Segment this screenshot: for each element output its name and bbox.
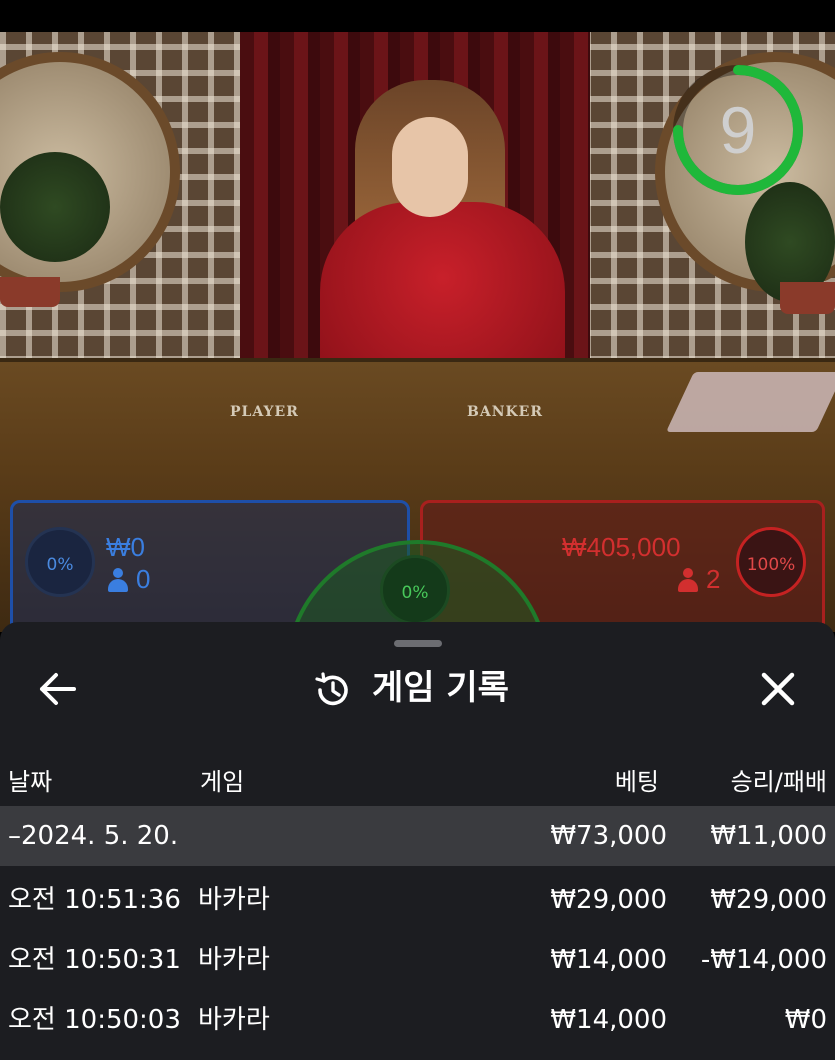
sheet-drag-handle[interactable] [394, 640, 442, 647]
row-result: ₩0 [784, 1005, 827, 1035]
tie-percent: 0% [380, 555, 450, 625]
date-group-bet: ₩73,000 [550, 821, 667, 851]
row-bet: ₩14,000 [550, 945, 667, 975]
row-result: -₩14,000 [700, 945, 827, 975]
history-icon [312, 670, 352, 710]
player-count: 0 [108, 564, 150, 595]
banker-amount: ₩405,000 [562, 532, 681, 562]
row-time: 오전 10:50:03 [8, 1005, 181, 1035]
date-group-result: ₩11,000 [710, 821, 827, 851]
game-history-sheet: 게임 기록 날짜 게임 베팅 승리/패배 –2024. 5. 20. ₩73,0… [0, 622, 835, 1060]
table-header: 날짜 게임 베팅 승리/패배 [0, 756, 835, 806]
table-row[interactable]: 오전 10:50:31 바카라 ₩14,000 -₩14,000 [0, 930, 835, 990]
banker-percent: 100% [736, 527, 806, 597]
dealer-face [392, 117, 468, 217]
row-time: 오전 10:50:31 [8, 945, 181, 975]
pot-right [780, 282, 835, 314]
column-header-result: 승리/패배 [730, 768, 827, 796]
table-label-player: PLAYER [230, 404, 299, 420]
column-header-bet: 베팅 [614, 768, 659, 796]
arrow-left-icon [40, 673, 76, 705]
row-game: 바카라 [198, 1005, 270, 1035]
person-icon [678, 567, 698, 592]
table-label-banker: BANKER [467, 404, 543, 420]
player-count-value: 0 [136, 564, 151, 594]
date-group-row[interactable]: –2024. 5. 20. ₩73,000 ₩11,000 [0, 806, 835, 866]
row-result: ₩29,000 [710, 885, 827, 915]
status-bar [0, 0, 835, 32]
back-button[interactable] [30, 664, 86, 714]
close-button[interactable] [750, 664, 806, 714]
close-icon [761, 672, 795, 706]
banker-count: 2 [678, 564, 720, 595]
bonsai-left [0, 152, 110, 262]
countdown-timer: 9 [670, 62, 806, 198]
pot-left [0, 277, 60, 307]
table-row[interactable]: 오전 10:50:03 바카라 ₩14,000 ₩0 [0, 990, 835, 1050]
column-header-game: 게임 [200, 768, 245, 796]
timer-value: 9 [719, 93, 757, 167]
player-amount: ₩0 [106, 532, 145, 562]
table-row[interactable]: 오전 10:51:36 바카라 ₩29,000 ₩29,000 [0, 870, 835, 930]
row-game: 바카라 [198, 945, 270, 975]
person-icon [108, 567, 128, 592]
banker-count-value: 2 [706, 564, 721, 594]
player-percent: 0% [25, 527, 95, 597]
row-bet: ₩14,000 [550, 1005, 667, 1035]
sheet-title: 게임 기록 [372, 668, 509, 708]
row-bet: ₩29,000 [550, 885, 667, 915]
row-time: 오전 10:51:36 [8, 885, 181, 915]
column-header-date: 날짜 [8, 768, 53, 796]
card-shoe [666, 372, 835, 432]
row-game: 바카라 [198, 885, 270, 915]
date-group-date: –2024. 5. 20. [8, 821, 179, 851]
